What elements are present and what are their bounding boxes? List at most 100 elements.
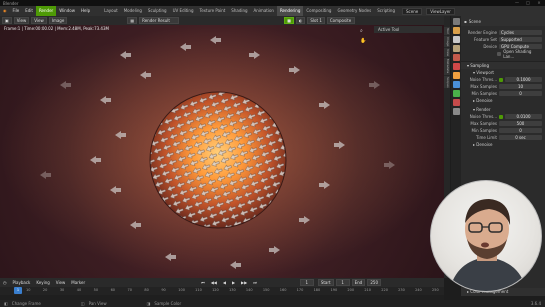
tab-uv-editing[interactable]: UV Editing xyxy=(170,6,197,16)
menu-file[interactable]: File xyxy=(10,6,23,16)
timeline-frame-number: 70 xyxy=(127,288,132,292)
view-layer-props-icon[interactable] xyxy=(452,45,460,52)
material-props-icon[interactable] xyxy=(452,99,460,106)
viewport-noise-threshold-field[interactable]: 0.1000 xyxy=(505,76,542,83)
play-reverse-icon[interactable]: ◀ xyxy=(220,280,229,285)
render-subsection[interactable]: ▾ Render xyxy=(461,106,545,113)
jump-start-icon[interactable]: ⏮ xyxy=(198,280,208,285)
active-tool-panel[interactable]: Active Tool xyxy=(374,26,442,33)
time-limit-field[interactable]: 0 sec xyxy=(499,134,542,141)
marker-menu[interactable]: Marker xyxy=(68,280,88,285)
tab-view[interactable]: View xyxy=(444,48,450,58)
timeline-frame-number: 40 xyxy=(76,288,82,292)
view-layer-select[interactable]: Composite xyxy=(326,17,355,24)
time-limit-label: Time Limit xyxy=(476,135,497,140)
frame-info-text: Frame:1 | Time:00:00.02 | Mem:2.48M, Pea… xyxy=(4,26,109,31)
menu-help[interactable]: Help xyxy=(78,6,93,16)
channel-icon[interactable]: ◐ xyxy=(295,17,306,24)
blender-logo-icon[interactable]: ◉ xyxy=(0,6,10,16)
render-props-icon[interactable] xyxy=(452,27,460,34)
scene-icon: ▪ xyxy=(464,18,467,24)
tab-metadata[interactable]: Metadata xyxy=(444,58,450,75)
texture-props-icon[interactable] xyxy=(452,108,460,115)
display-mode-icon[interactable]: ■ xyxy=(284,17,294,24)
start-frame-field[interactable]: 1 xyxy=(335,279,350,286)
tab-compositing[interactable]: Compositing xyxy=(303,6,334,16)
timeline-frame-number: 210 xyxy=(364,288,372,292)
viewport-max-samples-field[interactable]: 10 xyxy=(499,83,542,90)
tab-scripting[interactable]: Scripting xyxy=(374,6,398,16)
sampling-section-header[interactable]: ▾ Sampling xyxy=(461,61,545,69)
render-noise-threshold-field[interactable]: 0.0100 xyxy=(505,113,542,120)
viewport-subsection[interactable]: ▾ Viewport xyxy=(461,69,545,76)
timeline-frame-number: 30 xyxy=(59,288,65,292)
top-menu-bar: ◉ File Edit Render Window Help Layout Mo… xyxy=(0,6,545,16)
render-engine-dropdown[interactable]: Cycles xyxy=(499,29,542,36)
scene-props-icon[interactable] xyxy=(452,54,460,61)
jump-end-icon[interactable]: ⏭ xyxy=(250,280,260,285)
play-icon[interactable]: ▶ xyxy=(229,280,238,285)
tab-image[interactable]: Image xyxy=(444,35,450,48)
menu-render[interactable]: Render xyxy=(35,6,57,16)
timeline-frame-number: 230 xyxy=(398,288,405,292)
playback-menu[interactable]: Playback xyxy=(10,280,34,285)
tab-tool[interactable]: Tool xyxy=(444,27,450,35)
image-browse-icon[interactable]: ▦ xyxy=(127,17,138,24)
viewport-min-samples-field[interactable]: 0 xyxy=(499,90,542,97)
world-props-icon[interactable] xyxy=(452,63,460,70)
end-frame-field[interactable]: 250 xyxy=(367,279,382,286)
view-layer-selector[interactable]: ViewLayer xyxy=(426,7,455,15)
prev-keyframe-icon[interactable]: ◀◀ xyxy=(208,280,220,285)
menu-window[interactable]: Window xyxy=(56,6,78,16)
viewport-denoise-subsection[interactable]: ▸ Denoise xyxy=(461,97,545,104)
tab-sculpting[interactable]: Sculpting xyxy=(145,6,170,16)
physics-props-icon[interactable] xyxy=(452,90,460,97)
object-props-icon[interactable] xyxy=(452,72,460,79)
slot-selector[interactable]: Slot 1 xyxy=(307,17,325,24)
render-viewport[interactable]: ⌕ ✋ Active Tool xyxy=(0,25,444,278)
current-frame-field[interactable]: 1 xyxy=(299,279,314,286)
current-frame-indicator[interactable]: 1 xyxy=(14,287,22,294)
tab-rendering[interactable]: Rendering xyxy=(276,6,304,16)
noise-threshold-checkbox[interactable] xyxy=(499,77,503,82)
editor-type-icon[interactable]: ▣ xyxy=(2,17,12,24)
tool-props-icon[interactable] xyxy=(452,18,460,25)
tab-shading[interactable]: Shading xyxy=(228,6,250,16)
tab-scopes[interactable]: Scopes xyxy=(444,75,450,89)
tab-modeling[interactable]: Modeling xyxy=(121,6,145,16)
feature-set-dropdown[interactable]: Supported xyxy=(499,36,542,43)
view-menu-2[interactable]: View xyxy=(31,17,47,24)
timeline-frame-number: 10 xyxy=(26,288,31,292)
webcam-overlay xyxy=(430,180,542,292)
output-props-icon[interactable] xyxy=(452,36,460,43)
next-keyframe-icon[interactable]: ▶▶ xyxy=(238,280,250,285)
tab-layout[interactable]: Layout xyxy=(101,6,121,16)
timeline-ruler[interactable]: 1 10 20 30 40 50 60 70 80 90 100 110 120 130 140 150 16… xyxy=(0,287,444,295)
version-label: 3.6.4 xyxy=(530,301,541,306)
osl-checkbox[interactable] xyxy=(497,51,502,56)
viewport-min-samples-row: Min Samples 0 xyxy=(461,90,545,97)
timeline-frame-number: 160 xyxy=(279,288,287,292)
tab-animation[interactable]: Animation xyxy=(251,6,277,16)
tab-texture-paint[interactable]: Texture Paint xyxy=(196,6,228,16)
timeline-frame-number: 90 xyxy=(161,288,166,292)
image-menu[interactable]: Image xyxy=(48,17,68,24)
scene-selector[interactable]: Scene xyxy=(402,7,423,15)
timeline-editor-icon[interactable]: ◷ xyxy=(0,280,10,285)
device-label: Device xyxy=(483,44,497,49)
tab-geometry-nodes[interactable]: Geometry Nodes xyxy=(334,6,374,16)
render-denoise-subsection[interactable]: ▸ Denoise xyxy=(461,141,545,148)
modifier-props-icon[interactable] xyxy=(452,81,460,88)
zoom-icon[interactable]: ⌕ xyxy=(360,28,366,34)
timeline-frame-number: 250 xyxy=(432,288,439,292)
render-engine-label: Render Engine xyxy=(467,30,497,35)
render-max-samples-field[interactable]: 500 xyxy=(499,120,542,127)
view-menu-timeline[interactable]: View xyxy=(53,280,69,285)
menu-edit[interactable]: Edit xyxy=(22,6,36,16)
keying-menu[interactable]: Keying xyxy=(33,280,52,285)
view-menu[interactable]: View xyxy=(13,17,30,24)
render-noise-threshold-checkbox[interactable] xyxy=(499,114,503,119)
render-result-field[interactable]: Render Result xyxy=(139,17,180,24)
hand-pan-icon[interactable]: ✋ xyxy=(360,38,366,44)
render-min-samples-field[interactable]: 0 xyxy=(499,127,542,134)
